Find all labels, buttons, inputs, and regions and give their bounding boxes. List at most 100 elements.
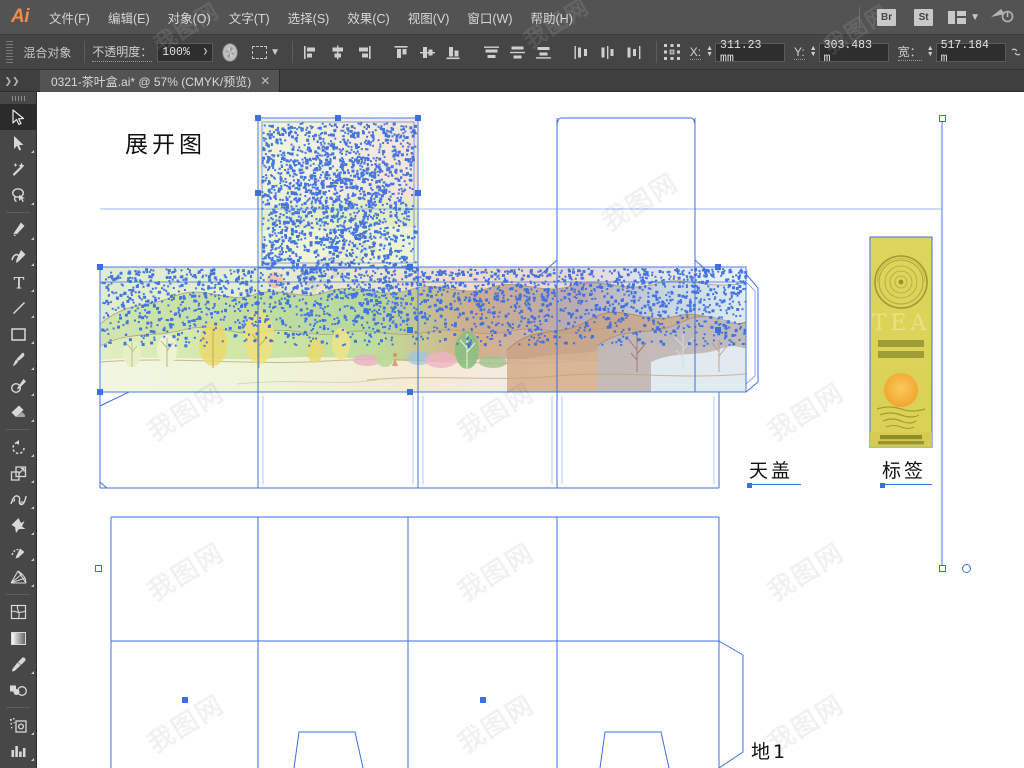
width-stepper[interactable]: ▲ ▼ <box>927 45 934 58</box>
artwork-label-bottom[interactable]: 地1 <box>751 737 788 764</box>
menu-edit[interactable]: 编辑(E) <box>99 3 159 32</box>
stock-button[interactable]: St <box>914 8 934 26</box>
artboard-rotate-handle[interactable] <box>962 564 971 573</box>
menu-file[interactable]: 文件(F) <box>40 3 99 32</box>
app-logo: Ai <box>11 6 30 27</box>
transparency-icon[interactable] <box>222 42 239 62</box>
x-input[interactable]: 311.23 mm <box>715 39 786 65</box>
selection-handle[interactable] <box>335 115 341 121</box>
menu-window[interactable]: 窗口(W) <box>458 3 521 32</box>
column-graph-tool[interactable] <box>0 738 36 764</box>
divider <box>292 41 293 63</box>
panel-expand-icon[interactable]: ❯❯ <box>0 70 24 92</box>
align-left-icon[interactable] <box>300 40 324 64</box>
artwork-label-tag[interactable]: 标签 <box>882 456 926 483</box>
free-transform-tool[interactable] <box>0 512 36 538</box>
y-stepper[interactable]: ▲ ▼ <box>810 45 817 58</box>
distribute-vertical-center-icon[interactable] <box>506 40 530 64</box>
lasso-tool[interactable] <box>0 182 36 208</box>
control-bar-grip[interactable] <box>6 41 14 63</box>
mesh-tool[interactable] <box>0 599 36 625</box>
shape-builder-tool[interactable] <box>0 538 36 564</box>
scale-tool[interactable] <box>0 460 36 486</box>
selection-handle[interactable] <box>407 327 413 333</box>
opacity-input[interactable]: 100% ❯ <box>157 42 214 62</box>
selection-handle[interactable] <box>715 264 721 270</box>
artboard-handle[interactable] <box>939 115 946 122</box>
menu-type[interactable]: 文字(T) <box>220 3 279 32</box>
eraser-tool[interactable] <box>0 399 36 425</box>
symbol-sprayer-tool[interactable] <box>0 712 36 738</box>
artboard-handle[interactable] <box>939 565 946 572</box>
transform-reference-icon[interactable] <box>664 40 682 64</box>
opacity-label[interactable]: 不透明度： <box>92 43 153 62</box>
paintbrush-tool[interactable] <box>0 347 36 373</box>
tool-divider <box>6 707 30 708</box>
distribute-bottom-icon[interactable] <box>532 40 556 64</box>
selection-handle[interactable] <box>415 190 421 196</box>
menu-effect[interactable]: 效果(C) <box>338 3 398 32</box>
selection-handle[interactable] <box>715 327 721 333</box>
rotate-tool[interactable] <box>0 434 36 460</box>
gradient-tool[interactable] <box>0 625 36 651</box>
svg-text:T: T <box>13 274 24 291</box>
selection-tool[interactable] <box>0 104 36 130</box>
menu-select[interactable]: 选择(S) <box>279 3 339 32</box>
direct-selection-tool[interactable] <box>0 130 36 156</box>
link-dimensions-icon[interactable] <box>1008 40 1024 64</box>
selection-handle[interactable] <box>407 389 413 395</box>
artwork-label-unfold[interactable]: 展开图 <box>125 125 206 159</box>
curvature-tool[interactable] <box>0 243 36 269</box>
text-baseline <box>882 484 932 485</box>
workspace-switcher[interactable]: ▼ <box>948 10 980 24</box>
menu-view[interactable]: 视图(V) <box>399 3 459 32</box>
distribute-right-icon[interactable] <box>622 40 646 64</box>
anchor-point[interactable] <box>182 697 188 703</box>
artwork-label-top-cover[interactable]: 天盖 <box>749 456 793 483</box>
line-segment-tool[interactable] <box>0 295 36 321</box>
select-similar-icon[interactable]: ▼ <box>252 45 281 59</box>
menu-help[interactable]: 帮助(H) <box>522 3 582 32</box>
document-tab[interactable]: 0321-茶叶盒.ai* @ 57% (CMYK/预览) ✕ <box>40 70 281 92</box>
distribute-horizontal-center-icon[interactable] <box>596 40 620 64</box>
shaper-tool[interactable] <box>0 373 36 399</box>
width-group: 宽： ▲ ▼ 517.184 m <box>897 39 1006 65</box>
selection-handle[interactable] <box>407 264 413 270</box>
distribute-left-icon[interactable] <box>570 40 594 64</box>
perspective-grid-tool[interactable] <box>0 564 36 590</box>
selection-handle[interactable] <box>97 389 103 395</box>
artboard-handle[interactable] <box>95 565 102 572</box>
width-input[interactable]: 517.184 m <box>935 39 1006 65</box>
distribute-top-icon[interactable] <box>480 40 504 64</box>
y-input[interactable]: 303.483 m <box>818 39 889 65</box>
x-stepper[interactable]: ▲ ▼ <box>706 45 713 58</box>
bridge-button[interactable]: Br <box>877 8 897 26</box>
align-right-icon[interactable] <box>352 40 376 64</box>
tool-divider <box>6 429 30 430</box>
blend-tool[interactable] <box>0 677 36 703</box>
width-label: 宽： <box>897 45 922 61</box>
search-icon[interactable] <box>990 6 1014 28</box>
tools-panel-grip[interactable] <box>0 92 36 104</box>
menu-object[interactable]: 对象(O) <box>159 3 220 32</box>
eyedropper-tool[interactable] <box>0 651 36 677</box>
die-line-structure <box>99 117 943 768</box>
anchor-point[interactable] <box>480 697 486 703</box>
selection-handle[interactable] <box>97 264 103 270</box>
chevron-down-icon: ▼ <box>270 46 281 58</box>
width-tool[interactable] <box>0 486 36 512</box>
align-bottom-icon[interactable] <box>442 40 466 64</box>
type-tool[interactable]: T <box>0 269 36 295</box>
magic-wand-tool[interactable] <box>0 156 36 182</box>
align-vertical-center-icon[interactable] <box>416 40 440 64</box>
document-canvas[interactable]: TEA 展开图 天盖 标签 地1 我图网 我图网 我图网 我图网 我图网 我图网… <box>37 92 1024 768</box>
selection-handle[interactable] <box>255 190 261 196</box>
close-icon[interactable]: ✕ <box>260 74 270 88</box>
align-horizontal-center-icon[interactable] <box>326 40 350 64</box>
align-top-icon[interactable] <box>390 40 414 64</box>
artwork-svg: TEA <box>99 117 943 768</box>
selection-handle[interactable] <box>415 115 421 121</box>
rectangle-tool[interactable] <box>0 321 36 347</box>
pen-tool[interactable] <box>0 217 36 243</box>
selection-handle[interactable] <box>255 115 261 121</box>
